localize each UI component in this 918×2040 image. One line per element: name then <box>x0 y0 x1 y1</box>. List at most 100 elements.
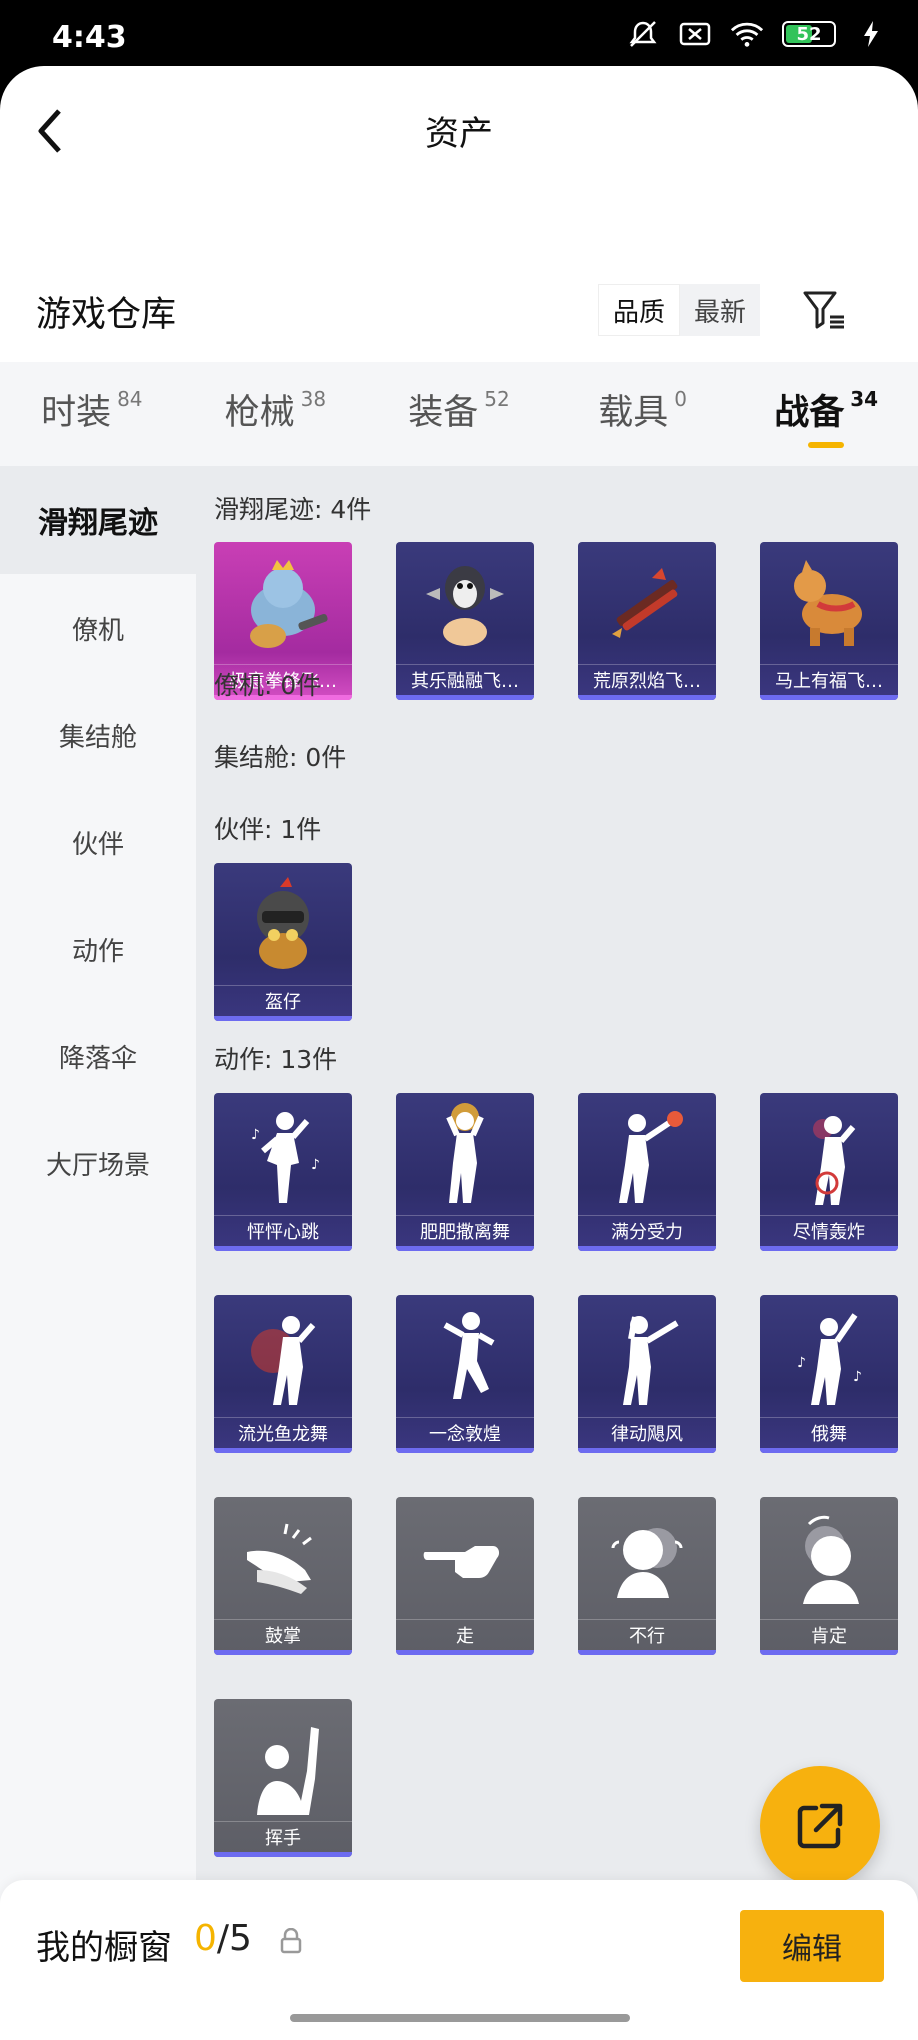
rarity-bar <box>760 1448 898 1453</box>
sidebar-item-emote[interactable]: 动作 <box>0 895 196 1003</box>
status-time: 4:43 <box>52 20 127 55</box>
tab-vehicles[interactable]: 载具 0 <box>551 362 735 466</box>
section-title-wingman: 僚机: 0件 <box>214 671 322 700</box>
wifi-icon <box>730 20 764 48</box>
item-card[interactable]: 不行 <box>578 1497 716 1655</box>
sort-toggle: 品质 最新 <box>598 284 761 336</box>
item-name: 俄舞 <box>760 1417 898 1447</box>
tab-guns[interactable]: 枪械 38 <box>184 362 368 466</box>
status-bar: 4:43 52 <box>0 0 918 66</box>
assets-page: 资产 游戏仓库 品质 最新 时装 84 枪械 38 装备 52 载具 0 战备 … <box>0 66 918 2040</box>
dance-figure-icon: ♪ ♪ <box>760 1295 898 1417</box>
tab-count: 0 <box>674 387 687 411</box>
item-card[interactable]: 盔仔 <box>214 863 352 1021</box>
item-list: 滑翔尾迹: 4件 极意拳锋飞… 其乐融融飞… 荒原烈焰飞… 马上有福飞… 僚机:… <box>196 466 918 1946</box>
item-card[interactable]: 尽情轰炸 <box>760 1093 898 1251</box>
wave-icon <box>214 1699 352 1821</box>
item-card[interactable]: 一念敦煌 <box>396 1295 534 1453</box>
sidebar-item-capsule[interactable]: 集结舱 <box>0 681 196 789</box>
rarity-bar <box>578 1650 716 1655</box>
active-tab-indicator <box>808 442 845 448</box>
item-card[interactable]: 肥肥撒离舞 <box>396 1093 534 1251</box>
sort-quality-button[interactable]: 品质 <box>598 284 681 336</box>
svg-text:♪: ♪ <box>251 1127 260 1143</box>
tab-label: 战备 <box>774 392 845 433</box>
item-card[interactable]: ♪ ♪ 俄舞 <box>760 1295 898 1453</box>
item-name: 挥手 <box>214 1821 352 1851</box>
glide-trail-art <box>396 542 534 664</box>
tab-label: 装备 <box>408 392 479 433</box>
filter-button[interactable] <box>800 284 848 336</box>
item-card[interactable]: 肯定 <box>760 1497 898 1655</box>
rarity-bar <box>578 1246 716 1251</box>
sidebar-item-partner[interactable]: 伙伴 <box>0 788 196 896</box>
item-card[interactable]: 满分受力 <box>578 1093 716 1251</box>
charging-icon <box>854 20 888 48</box>
item-name: 盔仔 <box>214 985 352 1015</box>
warehouse-title: 游戏仓库 <box>36 295 177 335</box>
tab-count: 84 <box>117 387 143 411</box>
edit-button[interactable]: 编辑 <box>740 1910 884 1982</box>
item-name: 荒原烈焰飞… <box>578 664 716 694</box>
tab-count: 34 <box>850 387 879 411</box>
dance-figure-icon <box>396 1093 534 1215</box>
header: 资产 <box>0 66 918 196</box>
item-card[interactable]: 挥手 <box>214 1699 352 1857</box>
tab-fashion[interactable]: 时装 84 <box>0 362 184 466</box>
item-name: 怦怦心跳 <box>214 1215 352 1245</box>
showcase-total: /5 <box>216 1918 252 1959</box>
tab-equipment[interactable]: 装备 52 <box>367 362 551 466</box>
svg-text:♪: ♪ <box>797 1355 806 1371</box>
share-button[interactable] <box>760 1766 880 1886</box>
rarity-bar <box>214 1448 352 1453</box>
showcase-current: 0 <box>194 1918 217 1959</box>
section-title-emote: 动作: 13件 <box>214 1045 338 1074</box>
mute-icon <box>626 20 660 48</box>
item-name: 一念敦煌 <box>396 1417 534 1447</box>
tab-label: 载具 <box>598 392 669 433</box>
item-card[interactable]: ♪ ♪ 怦怦心跳 <box>214 1093 352 1251</box>
page-title: 资产 <box>425 114 493 154</box>
dance-figure-icon <box>214 1295 352 1417</box>
battery-icon: 52 <box>782 21 836 47</box>
home-indicator[interactable] <box>290 2014 630 2022</box>
sort-newest-button[interactable]: 最新 <box>680 284 761 336</box>
item-name: 律动飓风 <box>578 1417 716 1447</box>
dance-figure-icon <box>396 1295 534 1417</box>
category-tabs: 时装 84 枪械 38 装备 52 载具 0 战备 34 <box>0 362 918 466</box>
rarity-bar <box>578 695 716 700</box>
svg-text:♪: ♪ <box>311 1157 320 1173</box>
item-name: 走 <box>396 1619 534 1649</box>
sidebar-item-lobby-scene[interactable]: 大厅场景 <box>0 1109 196 1217</box>
sidebar-item-parachute[interactable]: 降落伞 <box>0 1002 196 1110</box>
item-card[interactable]: 荒原烈焰飞… <box>578 542 716 700</box>
showcase-count: 0/5 <box>194 1918 252 1959</box>
item-name: 流光鱼龙舞 <box>214 1417 352 1447</box>
sidebar-item-glide-trail[interactable]: 滑翔尾迹 <box>0 466 196 574</box>
item-card[interactable]: 其乐融融飞… <box>396 542 534 700</box>
item-card[interactable]: 律动飓风 <box>578 1295 716 1453</box>
svg-text:♪: ♪ <box>853 1369 862 1385</box>
showcase-label: 我的橱窗 <box>36 1928 172 1968</box>
glide-trail-art <box>214 542 352 664</box>
tab-readiness[interactable]: 战备 34 <box>734 362 918 466</box>
glide-trail-art <box>578 542 716 664</box>
item-card[interactable]: 马上有福飞… <box>760 542 898 700</box>
rarity-bar <box>396 1650 534 1655</box>
sidebar-item-wingman[interactable]: 僚机 <box>0 574 196 682</box>
rarity-bar <box>214 1650 352 1655</box>
item-name: 尽情轰炸 <box>760 1215 898 1245</box>
rarity-bar <box>214 1852 352 1857</box>
item-card[interactable]: 走 <box>396 1497 534 1655</box>
no-sim-icon <box>678 20 712 48</box>
tab-count: 38 <box>300 387 327 411</box>
rarity-bar <box>214 1246 352 1251</box>
tab-label: 时装 <box>41 392 112 433</box>
item-card[interactable]: 鼓掌 <box>214 1497 352 1655</box>
item-name: 其乐融融飞… <box>396 664 534 694</box>
sidebar: 滑翔尾迹 僚机 集结舱 伙伴 动作 降落伞 大厅场景 <box>0 466 196 1946</box>
rarity-bar <box>760 1650 898 1655</box>
glide-trail-art <box>760 542 898 664</box>
item-card[interactable]: 流光鱼龙舞 <box>214 1295 352 1453</box>
rarity-bar <box>396 1448 534 1453</box>
